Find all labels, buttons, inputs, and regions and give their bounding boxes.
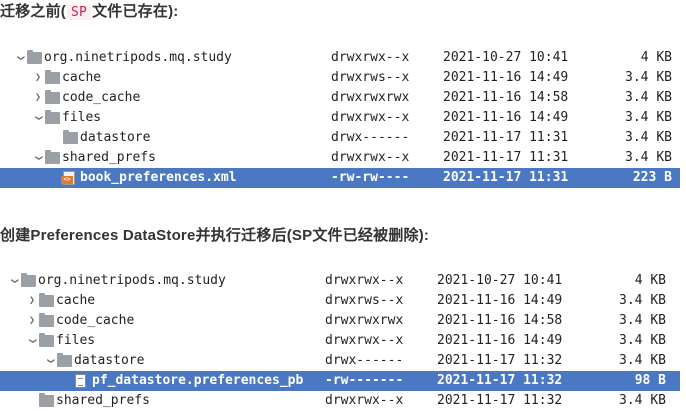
file-name: shared_prefs <box>62 150 156 165</box>
folder-icon <box>21 273 36 287</box>
heading-before-migration: 迁移之前(SP 文件已存在): <box>0 0 178 21</box>
chevron-down-icon[interactable] <box>8 271 20 291</box>
file-name: code_cache <box>56 313 135 328</box>
file-size: 3.4 KB <box>625 110 672 125</box>
file-name: org.ninetripods.mq.study <box>38 273 226 288</box>
folder-icon <box>39 313 54 327</box>
heading-before-code: SP <box>67 5 92 20</box>
folder-icon <box>39 393 54 407</box>
file-row-selected[interactable]: book_preferences.xml -rw-rw---- 2021-11-17… <box>0 168 680 188</box>
file-name: book_preferences.xml <box>80 170 237 185</box>
file-row[interactable]: files drwxrwx--x 2021-11-16 14:49 3.4 KB <box>0 108 680 128</box>
file-modified-date: 2021-11-17 11:31 <box>443 150 569 165</box>
file-size: 3.4 KB <box>619 393 666 408</box>
file-modified-date: 2021-10-27 10:41 <box>443 50 569 65</box>
file-name: datastore <box>80 130 151 145</box>
file-size: 3.4 KB <box>619 313 666 328</box>
folder-icon <box>39 293 54 307</box>
file-size: 4 KB <box>640 50 672 65</box>
file-size: 3.4 KB <box>625 70 672 85</box>
file-row[interactable]: org.ninetripods.mq.study drwxrwx--x 2021-1… <box>0 271 680 291</box>
file-size: 3.4 KB <box>619 353 666 368</box>
file-size: 4 KB <box>634 273 666 288</box>
file-permissions: drwxrwx--x <box>331 150 410 165</box>
file-row[interactable]: shared_prefs drwxrwx--x 2021-11-17 11:32 3.… <box>0 391 680 411</box>
folder-icon <box>27 50 42 64</box>
file-modified-date: 2021-11-17 11:31 <box>443 130 569 145</box>
file-name: files <box>56 333 96 348</box>
xml-file-icon <box>61 171 75 185</box>
file-permissions: drwxrwx--x <box>325 333 404 348</box>
file-name: shared_prefs <box>56 393 150 408</box>
file-size: 3.4 KB <box>625 90 672 105</box>
file-row[interactable]: files drwxrwx--x 2021-11-16 14:49 3.4 KB <box>0 331 680 351</box>
file-modified-date: 2021-11-16 14:49 <box>437 293 563 308</box>
file-modified-date: 2021-11-17 11:31 <box>443 170 569 185</box>
file-name: org.ninetripods.mq.study <box>44 50 232 65</box>
file-permissions: -rw-rw---- <box>331 170 410 185</box>
heading-before-prefix: 迁移之前( <box>0 3 66 20</box>
chevron-right-icon[interactable] <box>26 311 38 331</box>
folder-icon <box>63 130 78 144</box>
file-name: code_cache <box>62 90 141 105</box>
heading-after-migration: 创建Preferences DataStore并执行迁移后(SP文件已经被删除)… <box>0 227 430 244</box>
file-permissions: drwxrwxrwx <box>331 90 410 105</box>
file-row[interactable]: code_cache drwxrwxrwx 2021-11-16 14:58 3.4 … <box>0 88 680 108</box>
file-modified-date: 2021-11-17 11:32 <box>437 353 563 368</box>
file-modified-date: 2021-11-16 14:58 <box>443 90 569 105</box>
file-size: 3.4 KB <box>619 293 666 308</box>
folder-icon <box>45 150 60 164</box>
file-name: datastore <box>74 353 145 368</box>
file-permissions: drwxrws--x <box>331 70 410 85</box>
file-permissions: drwxrwx--x <box>325 273 404 288</box>
file-modified-date: 2021-11-16 14:49 <box>443 110 569 125</box>
file-size: 3.4 KB <box>625 150 672 165</box>
file-permissions: drwxrwx--x <box>331 50 410 65</box>
file-permissions: drwxrwxrwx <box>325 313 404 328</box>
file-permissions: drwxrwx--x <box>331 110 410 125</box>
chevron-right-icon[interactable] <box>32 88 44 108</box>
file-size: 223 B <box>632 170 672 185</box>
file-row[interactable]: cache drwxrws--x 2021-11-16 14:49 3.4 KB <box>0 291 680 311</box>
chevron-down-icon[interactable] <box>32 108 44 128</box>
file-modified-date: 2021-11-16 14:49 <box>443 70 569 85</box>
chevron-right-icon[interactable] <box>26 291 38 311</box>
chevron-down-icon[interactable] <box>26 331 38 351</box>
file-modified-date: 2021-11-17 11:32 <box>437 373 563 388</box>
text-file-icon <box>75 374 86 388</box>
file-permissions: -rw------- <box>325 373 404 388</box>
folder-icon <box>45 110 60 124</box>
file-permissions: drwxrws--x <box>325 293 404 308</box>
file-size: 98 B <box>634 373 666 388</box>
file-permissions: drwx------ <box>325 353 404 368</box>
file-row-selected[interactable]: pf_datastore.preferences_pb -rw------- 202… <box>0 371 680 391</box>
file-permissions: drwxrwx--x <box>325 393 404 408</box>
chevron-right-icon[interactable] <box>32 68 44 88</box>
folder-icon <box>57 353 72 367</box>
chevron-down-icon[interactable] <box>32 148 44 168</box>
folder-icon <box>39 333 54 347</box>
file-modified-date: 2021-11-16 14:49 <box>437 333 563 348</box>
file-size: 3.4 KB <box>619 333 666 348</box>
file-size: 3.4 KB <box>625 130 672 145</box>
file-modified-date: 2021-11-16 14:58 <box>437 313 563 328</box>
file-modified-date: 2021-10-27 10:41 <box>437 273 563 288</box>
file-row[interactable]: org.ninetripods.mq.study drwxrwx--x 2021-1… <box>0 48 680 68</box>
file-name: cache <box>62 70 102 85</box>
folder-icon <box>45 70 60 84</box>
file-row[interactable]: shared_prefs drwxrwx--x 2021-11-17 11:31 3.… <box>0 148 680 168</box>
file-row[interactable]: datastore drwx------ 2021-11-17 11:32 3.4 K… <box>0 351 680 371</box>
folder-icon <box>45 90 60 104</box>
file-modified-date: 2021-11-17 11:32 <box>437 393 563 408</box>
heading-before-suffix: 文件已存在): <box>92 3 179 20</box>
file-permissions: drwx------ <box>331 130 410 145</box>
file-row[interactable]: datastore drwx------ 2021-11-17 11:31 3.4 K… <box>0 128 680 148</box>
file-name: files <box>62 110 102 125</box>
file-row[interactable]: code_cache drwxrwxrwx 2021-11-16 14:58 3.4 … <box>0 311 680 331</box>
file-name: pf_datastore.preferences_pb <box>92 373 304 388</box>
chevron-down-icon[interactable] <box>14 48 26 68</box>
file-name: cache <box>56 293 96 308</box>
chevron-down-icon[interactable] <box>44 351 56 371</box>
file-row[interactable]: cache drwxrws--x 2021-11-16 14:49 3.4 KB <box>0 68 680 88</box>
